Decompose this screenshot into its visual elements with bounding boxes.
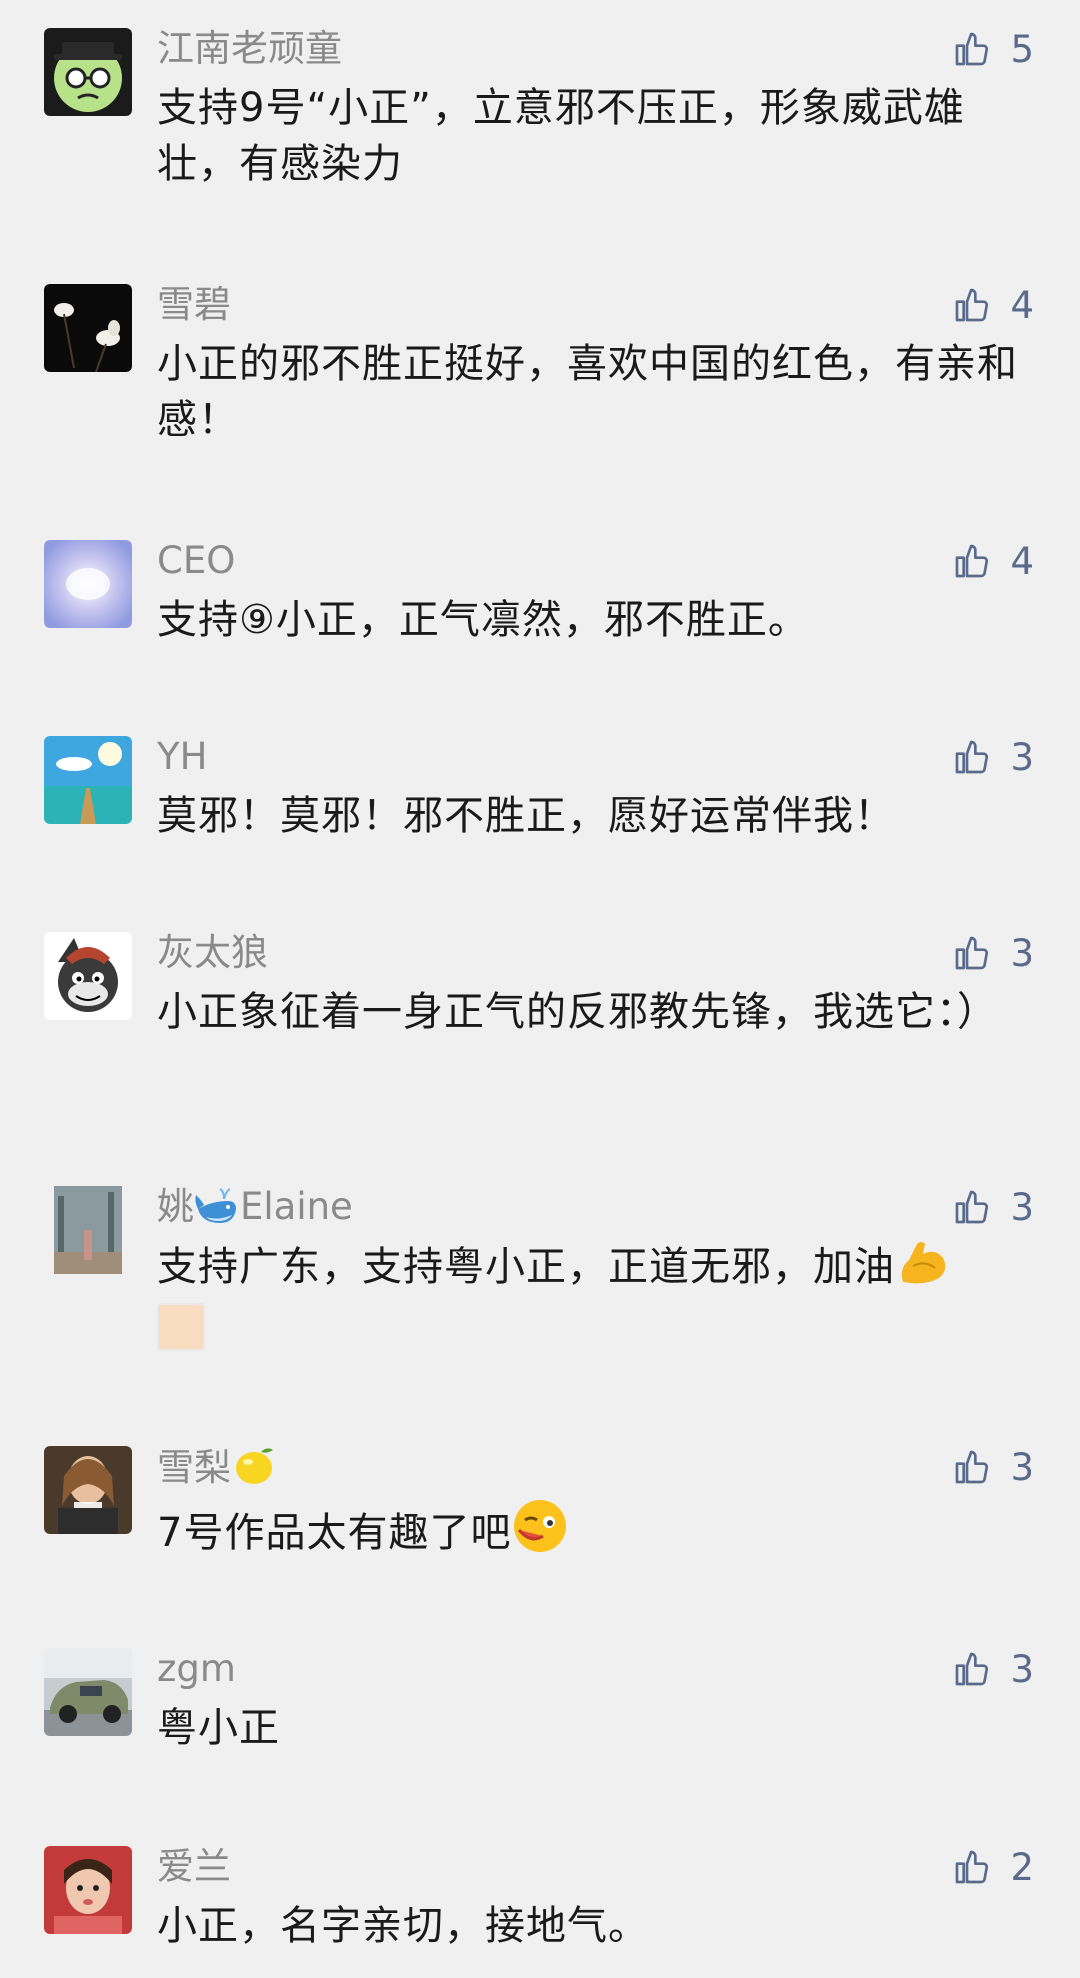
- avatar[interactable]: [44, 736, 132, 824]
- like-button[interactable]: 3: [952, 1646, 1034, 1692]
- thumbs-up-icon: [952, 541, 992, 581]
- avatar[interactable]: [44, 28, 132, 116]
- thumbs-up-icon: [952, 1847, 992, 1887]
- flexed-biceps-emoji-icon: [895, 1238, 951, 1303]
- like-button[interactable]: 3: [952, 734, 1034, 780]
- like-count: 3: [1010, 931, 1034, 975]
- thumbs-up-icon: [952, 737, 992, 777]
- nickname[interactable]: 灰太狼: [157, 930, 268, 976]
- like-button[interactable]: 3: [952, 1184, 1034, 1230]
- thumbs-up-icon: [952, 29, 992, 69]
- skin-tone-modifier-icon: [157, 1303, 205, 1351]
- lemon-emoji-icon: [231, 1444, 277, 1499]
- whale-emoji-icon: [194, 1187, 240, 1238]
- avatar[interactable]: [44, 1446, 132, 1534]
- like-count: 2: [1010, 1845, 1034, 1889]
- nickname[interactable]: YH: [157, 734, 207, 780]
- like-button[interactable]: 3: [952, 1444, 1034, 1490]
- like-button[interactable]: 2: [952, 1844, 1034, 1890]
- comment-text: 小正象征着一身正气的反邪教先锋，我选它：）: [157, 989, 998, 1035]
- avatar[interactable]: [44, 932, 132, 1020]
- avatar[interactable]: [44, 1186, 132, 1274]
- avatar[interactable]: [44, 284, 132, 372]
- comment-text: 小正的邪不胜正挺好，喜欢中国的红色，有亲和感！: [157, 341, 1018, 443]
- thumbs-up-icon: [952, 285, 992, 325]
- comment-text: 支持⑨小正，正气凛然，邪不胜正。: [157, 597, 809, 643]
- nickname[interactable]: zgm: [157, 1646, 236, 1692]
- comment-text: 粤小正: [157, 1705, 280, 1751]
- nickname[interactable]: 爱兰: [157, 1844, 231, 1890]
- thumbs-up-icon: [952, 1447, 992, 1487]
- like-count: 4: [1010, 539, 1034, 583]
- comment-text: 支持9号“小正”，立意邪不压正，形象威武雄壮，有感染力: [157, 85, 965, 187]
- winking-face-emoji-icon: [511, 1498, 569, 1569]
- comment-text: 莫邪！莫邪！邪不胜正，愿好运常伴我！: [157, 793, 895, 839]
- avatar[interactable]: [44, 1648, 132, 1736]
- thumbs-up-icon: [952, 933, 992, 973]
- nickname[interactable]: 姚 Elaine: [157, 1184, 353, 1238]
- like-button[interactable]: 5: [952, 26, 1034, 72]
- thumbs-up-icon: [952, 1187, 992, 1227]
- nickname[interactable]: CEO: [157, 538, 235, 584]
- nickname[interactable]: 江南老顽童: [157, 26, 342, 72]
- avatar[interactable]: [44, 540, 132, 628]
- like-count: 3: [1010, 1445, 1034, 1489]
- like-count: 4: [1010, 283, 1034, 327]
- like-count: 3: [1010, 1185, 1034, 1229]
- comment-text: 7号作品太有趣了吧: [157, 1498, 1037, 1569]
- like-count: 5: [1010, 27, 1034, 71]
- nickname[interactable]: 雪碧: [157, 282, 231, 328]
- thumbs-up-icon: [952, 1649, 992, 1689]
- comment-text: 小正，名字亲切，接地气。: [157, 1903, 649, 1949]
- avatar[interactable]: [44, 1846, 132, 1934]
- nickname[interactable]: 雪梨: [157, 1444, 277, 1499]
- like-button[interactable]: 4: [952, 282, 1034, 328]
- like-button[interactable]: 4: [952, 538, 1034, 584]
- like-count: 3: [1010, 1647, 1034, 1691]
- like-count: 3: [1010, 735, 1034, 779]
- comment-text: 支持广东，支持粤小正，正道无邪，加油: [157, 1238, 1037, 1360]
- like-button[interactable]: 3: [952, 930, 1034, 976]
